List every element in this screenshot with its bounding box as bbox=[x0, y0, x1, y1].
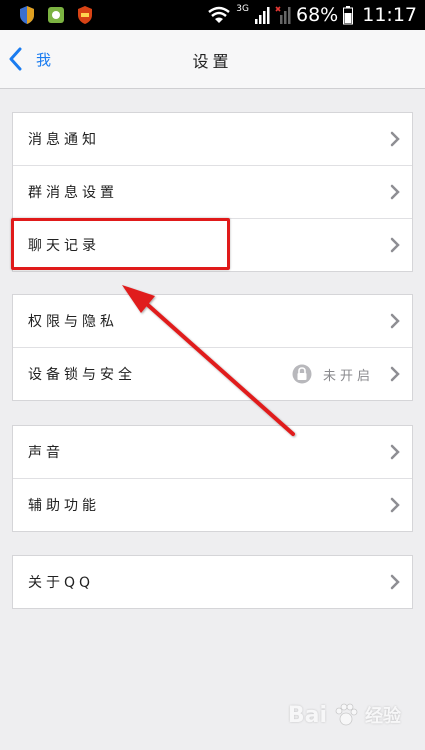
watermark: Bai 经验 bbox=[288, 702, 401, 728]
annotation-arrow bbox=[122, 285, 295, 436]
watermark-brand: Bai bbox=[287, 703, 327, 728]
paw-icon bbox=[335, 703, 358, 726]
watermark-suffix: 经验 bbox=[365, 706, 401, 727]
